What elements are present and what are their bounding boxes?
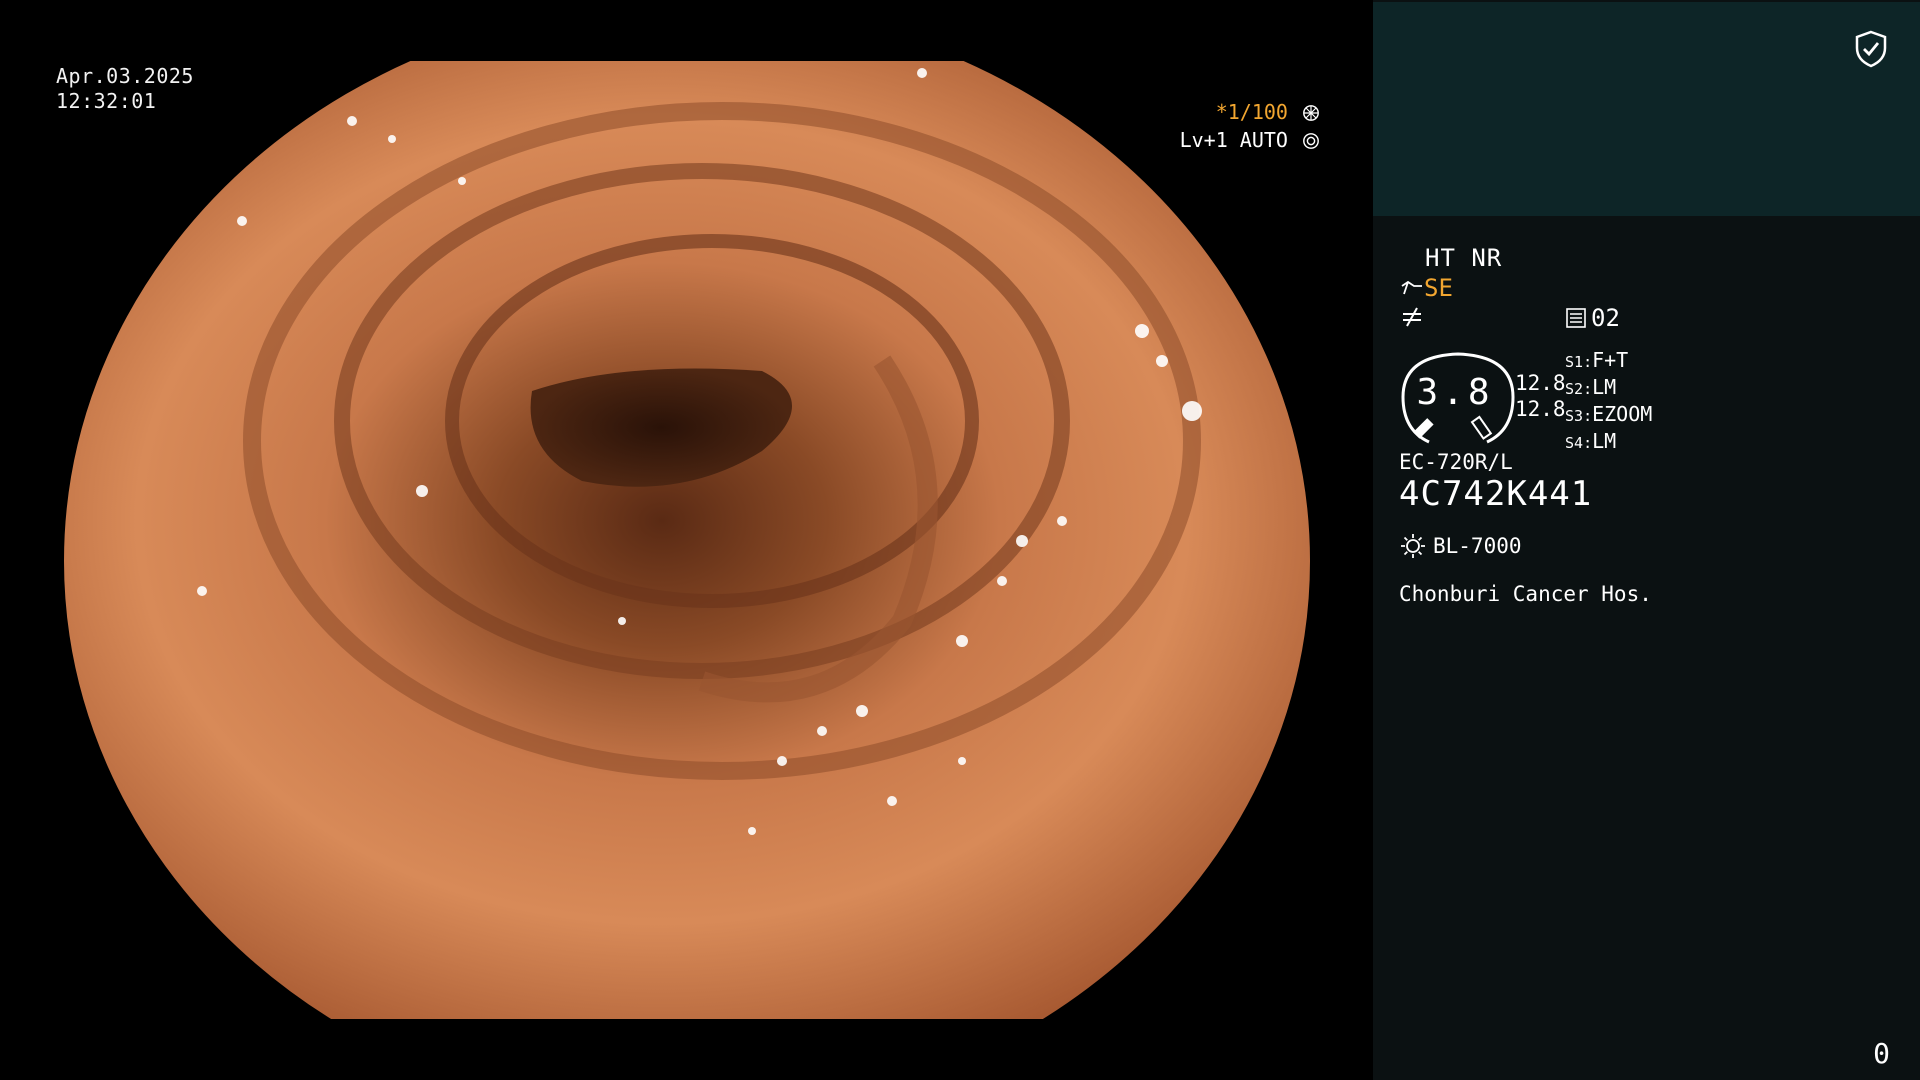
memory-value: 02 (1591, 304, 1620, 332)
endoscope-video: Apr.03.2025 12:32:01 *1/100 Lv+1 AUTO (0, 0, 1372, 1080)
shutter-speed: *1/100 (1215, 100, 1288, 124)
date-label: Apr.03.2025 (56, 64, 194, 88)
time-label: 12:32:01 (56, 89, 157, 113)
not-equal-icon (1403, 307, 1421, 327)
image-counter: 0 (1873, 1037, 1890, 1070)
aperture-icon (1303, 105, 1319, 121)
iris-icon (1303, 133, 1319, 149)
structure-mode-label: SE (1424, 274, 1453, 302)
document-icon (1566, 308, 1586, 328)
patient-header (1373, 2, 1920, 216)
switch-s1: S1:F+T (1565, 348, 1629, 372)
memory-slot: 02 (1565, 304, 1620, 332)
gauge-value: 3.8 (1416, 372, 1494, 413)
light-source-label: BL-7000 (1433, 534, 1522, 558)
info-panel: HT NR SE 02 3.8 12.8 12.8 S1:F+T S2:LM S… (1373, 0, 1920, 1080)
brightness-level: Lv+1 AUTO (1179, 128, 1288, 152)
hospital-name: Chonburi Cancer Hos. (1399, 582, 1652, 606)
switch-s4: S4:LM (1565, 429, 1617, 453)
shield-check-icon (1855, 30, 1887, 68)
pressure-1: 12.8 (1515, 371, 1566, 395)
scope-model: EC-720R/L (1399, 450, 1513, 474)
switch-s3: S3:EZOOM (1565, 402, 1653, 426)
switch-s2: S2:LM (1565, 375, 1617, 399)
structure-enhancement: SE (1400, 274, 1453, 302)
scope-switches: S1:F+T S2:LM S3:EZOOM S4:LM (1565, 348, 1652, 456)
video-status: *1/100 Lv+1 AUTO (1180, 98, 1320, 154)
timestamp: Apr.03.2025 12:32:01 (56, 64, 194, 114)
light-source: BL-7000 (1399, 532, 1522, 560)
endoscopic-image (62, 61, 1312, 1019)
scope-tip-icon (1401, 280, 1422, 295)
enhancement-mode: HT NR (1425, 244, 1503, 272)
sun-icon (1401, 534, 1425, 558)
scope-serial: 4C742K441 (1399, 474, 1593, 514)
pressure-readouts: 12.8 12.8 (1515, 370, 1566, 422)
colon-lumen-image (62, 61, 1312, 1019)
pressure-2: 12.8 (1515, 397, 1566, 421)
